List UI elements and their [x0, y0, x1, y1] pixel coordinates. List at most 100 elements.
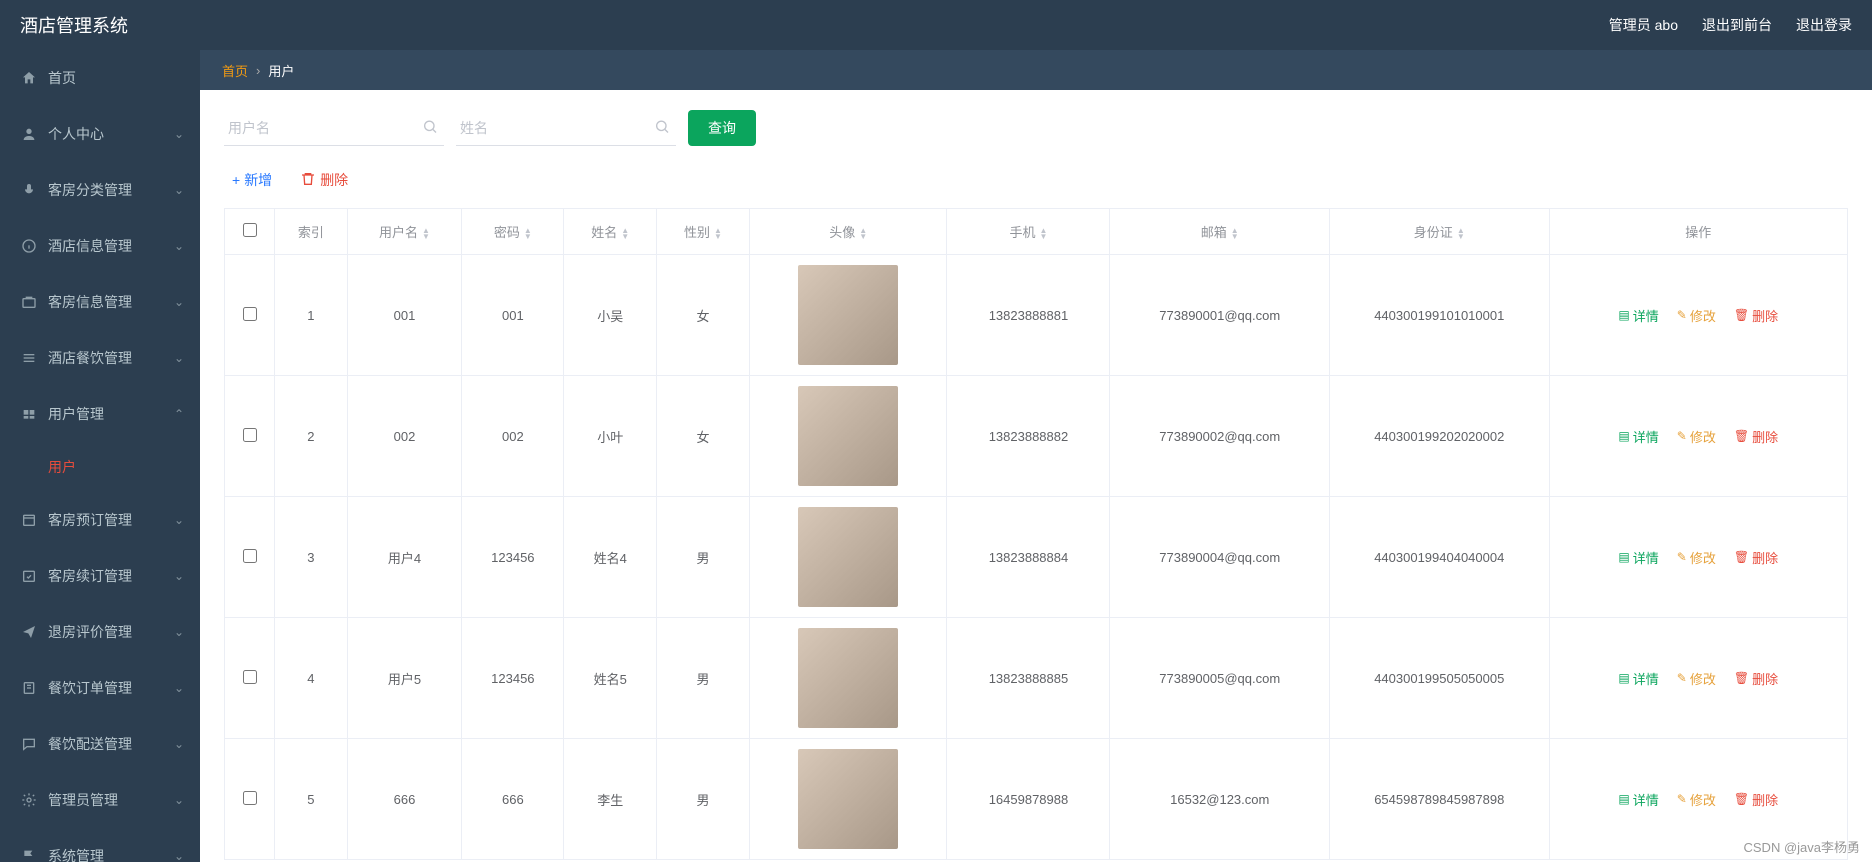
edit-button[interactable]: ✎修改	[1677, 306, 1716, 325]
cell-ops: ▤详情 ✎修改 🗑删除	[1549, 255, 1847, 376]
sidebar-item-6[interactable]: 用户管理 ⌃	[0, 386, 200, 442]
cell-avatar	[749, 618, 947, 739]
table-row: 1 001 001 小吴 女 13823888881 773890001@qq.…	[225, 255, 1848, 376]
sidebar-item-7[interactable]: 客房预订管理⌄	[0, 492, 200, 548]
cell-idcard: 654598789845987898	[1330, 739, 1550, 860]
cell-name: 姓名4	[564, 497, 657, 618]
name-input[interactable]	[456, 110, 676, 146]
cell-avatar	[749, 497, 947, 618]
add-button[interactable]: + 新增	[232, 170, 272, 190]
delete-button[interactable]: 🗑删除	[1734, 669, 1778, 688]
sidebar-item-label: 管理员管理	[48, 790, 118, 810]
th-username[interactable]: 用户名▲▼	[347, 209, 462, 255]
cell-index: 3	[275, 497, 348, 618]
cell-username: 666	[347, 739, 462, 860]
row-checkbox[interactable]	[243, 428, 257, 442]
sidebar-item-4[interactable]: 客房信息管理⌄	[0, 274, 200, 330]
detail-button[interactable]: ▤详情	[1618, 669, 1658, 688]
sidebar-item-13[interactable]: 系统管理⌄	[0, 828, 200, 862]
sort-icon: ▲▼	[422, 228, 430, 240]
cell-email: 773890002@qq.com	[1110, 376, 1330, 497]
sidebar-item-5[interactable]: 酒店餐饮管理⌄	[0, 330, 200, 386]
sort-icon: ▲▼	[621, 228, 629, 240]
row-checkbox[interactable]	[243, 670, 257, 684]
chevron-down-icon: ⌄	[174, 793, 184, 807]
breadcrumb-home[interactable]: 首页	[222, 61, 248, 80]
search-button[interactable]: 查询	[688, 110, 756, 146]
chevron-down-icon: ⌄	[174, 569, 184, 583]
sidebar-subitem[interactable]: 用户	[0, 442, 200, 492]
detail-button[interactable]: ▤详情	[1618, 548, 1658, 567]
users-icon	[20, 406, 38, 422]
sidebar-item-12[interactable]: 管理员管理 ⌄	[0, 772, 200, 828]
th-email[interactable]: 邮箱▲▼	[1110, 209, 1330, 255]
edit-button[interactable]: ✎修改	[1677, 548, 1716, 567]
detail-icon: ▤	[1618, 550, 1629, 564]
sidebar-item-3[interactable]: 酒店信息管理⌄	[0, 218, 200, 274]
delete-button[interactable]: 🗑删除	[1734, 548, 1778, 567]
sidebar-item-label: 酒店餐饮管理	[48, 348, 132, 368]
sidebar-item-11[interactable]: 餐饮配送管理⌄	[0, 716, 200, 772]
cell-avatar	[749, 255, 947, 376]
sidebar-item-9[interactable]: 退房评价管理⌄	[0, 604, 200, 660]
refresh-icon	[20, 568, 38, 584]
th-ops: 操作	[1549, 209, 1847, 255]
sidebar-item-8[interactable]: 客房续订管理⌄	[0, 548, 200, 604]
sidebar-item-2[interactable]: 客房分类管理⌄	[0, 162, 200, 218]
admin-label[interactable]: 管理员 abo	[1609, 15, 1678, 35]
sort-icon: ▲▼	[524, 228, 532, 240]
th-gender[interactable]: 性别▲▼	[657, 209, 750, 255]
detail-button[interactable]: ▤详情	[1618, 790, 1658, 809]
table-row: 2 002 002 小叶 女 13823888882 773890002@qq.…	[225, 376, 1848, 497]
batch-delete-button[interactable]: 删除	[300, 170, 348, 190]
sidebar-item-1[interactable]: 个人中心⌄	[0, 106, 200, 162]
search-icon	[654, 119, 670, 138]
cell-index: 4	[275, 618, 348, 739]
cell-phone: 16459878988	[947, 739, 1110, 860]
cell-email: 773890001@qq.com	[1110, 255, 1330, 376]
action-bar: + 新增 删除	[224, 170, 1848, 190]
user-table: 索引 用户名▲▼ 密码▲▼ 姓名▲▼ 性别▲▼ 头像▲▼ 手机▲▼ 邮箱▲▼ 身…	[224, 208, 1848, 860]
th-phone[interactable]: 手机▲▼	[947, 209, 1110, 255]
sidebar-item-0[interactable]: 首页	[0, 50, 200, 106]
avatar-image	[798, 386, 898, 486]
delete-button[interactable]: 🗑删除	[1734, 790, 1778, 809]
cell-idcard: 440300199202020002	[1330, 376, 1550, 497]
calendar-icon	[20, 512, 38, 528]
table-row: 4 用户5 123456 姓名5 男 13823888885 773890005…	[225, 618, 1848, 739]
chevron-up-icon: ⌃	[174, 407, 184, 421]
cell-ops: ▤详情 ✎修改 🗑删除	[1549, 618, 1847, 739]
trash-icon: 🗑	[1734, 550, 1749, 564]
select-all-checkbox[interactable]	[243, 223, 257, 237]
row-checkbox[interactable]	[243, 791, 257, 805]
row-checkbox[interactable]	[243, 549, 257, 563]
th-name[interactable]: 姓名▲▼	[564, 209, 657, 255]
logout-link[interactable]: 退出登录	[1796, 15, 1852, 35]
cell-phone: 13823888884	[947, 497, 1110, 618]
username-input[interactable]	[224, 110, 444, 146]
edit-button[interactable]: ✎修改	[1677, 427, 1716, 446]
name-search-wrap	[456, 110, 676, 146]
th-avatar[interactable]: 头像▲▼	[749, 209, 947, 255]
chevron-down-icon: ⌄	[174, 849, 184, 862]
delete-button[interactable]: 🗑删除	[1734, 306, 1778, 325]
edit-icon: ✎	[1677, 792, 1687, 806]
to-front-link[interactable]: 退出到前台	[1702, 15, 1772, 35]
th-idcard[interactable]: 身份证▲▼	[1330, 209, 1550, 255]
delete-button[interactable]: 🗑删除	[1734, 427, 1778, 446]
cell-index: 2	[275, 376, 348, 497]
cell-avatar	[749, 739, 947, 860]
edit-button[interactable]: ✎修改	[1677, 669, 1716, 688]
chevron-down-icon: ⌄	[174, 127, 184, 141]
edit-button[interactable]: ✎修改	[1677, 790, 1716, 809]
sidebar-item-label: 酒店信息管理	[48, 236, 132, 256]
detail-button[interactable]: ▤详情	[1618, 427, 1658, 446]
sidebar-item-10[interactable]: 餐饮订单管理⌄	[0, 660, 200, 716]
detail-icon: ▤	[1618, 429, 1629, 443]
cell-idcard: 440300199505050005	[1330, 618, 1550, 739]
detail-button[interactable]: ▤详情	[1618, 306, 1658, 325]
cell-ops: ▤详情 ✎修改 🗑删除	[1549, 376, 1847, 497]
th-password[interactable]: 密码▲▼	[462, 209, 564, 255]
row-checkbox[interactable]	[243, 307, 257, 321]
sidebar-item-label: 用户管理	[48, 404, 104, 424]
